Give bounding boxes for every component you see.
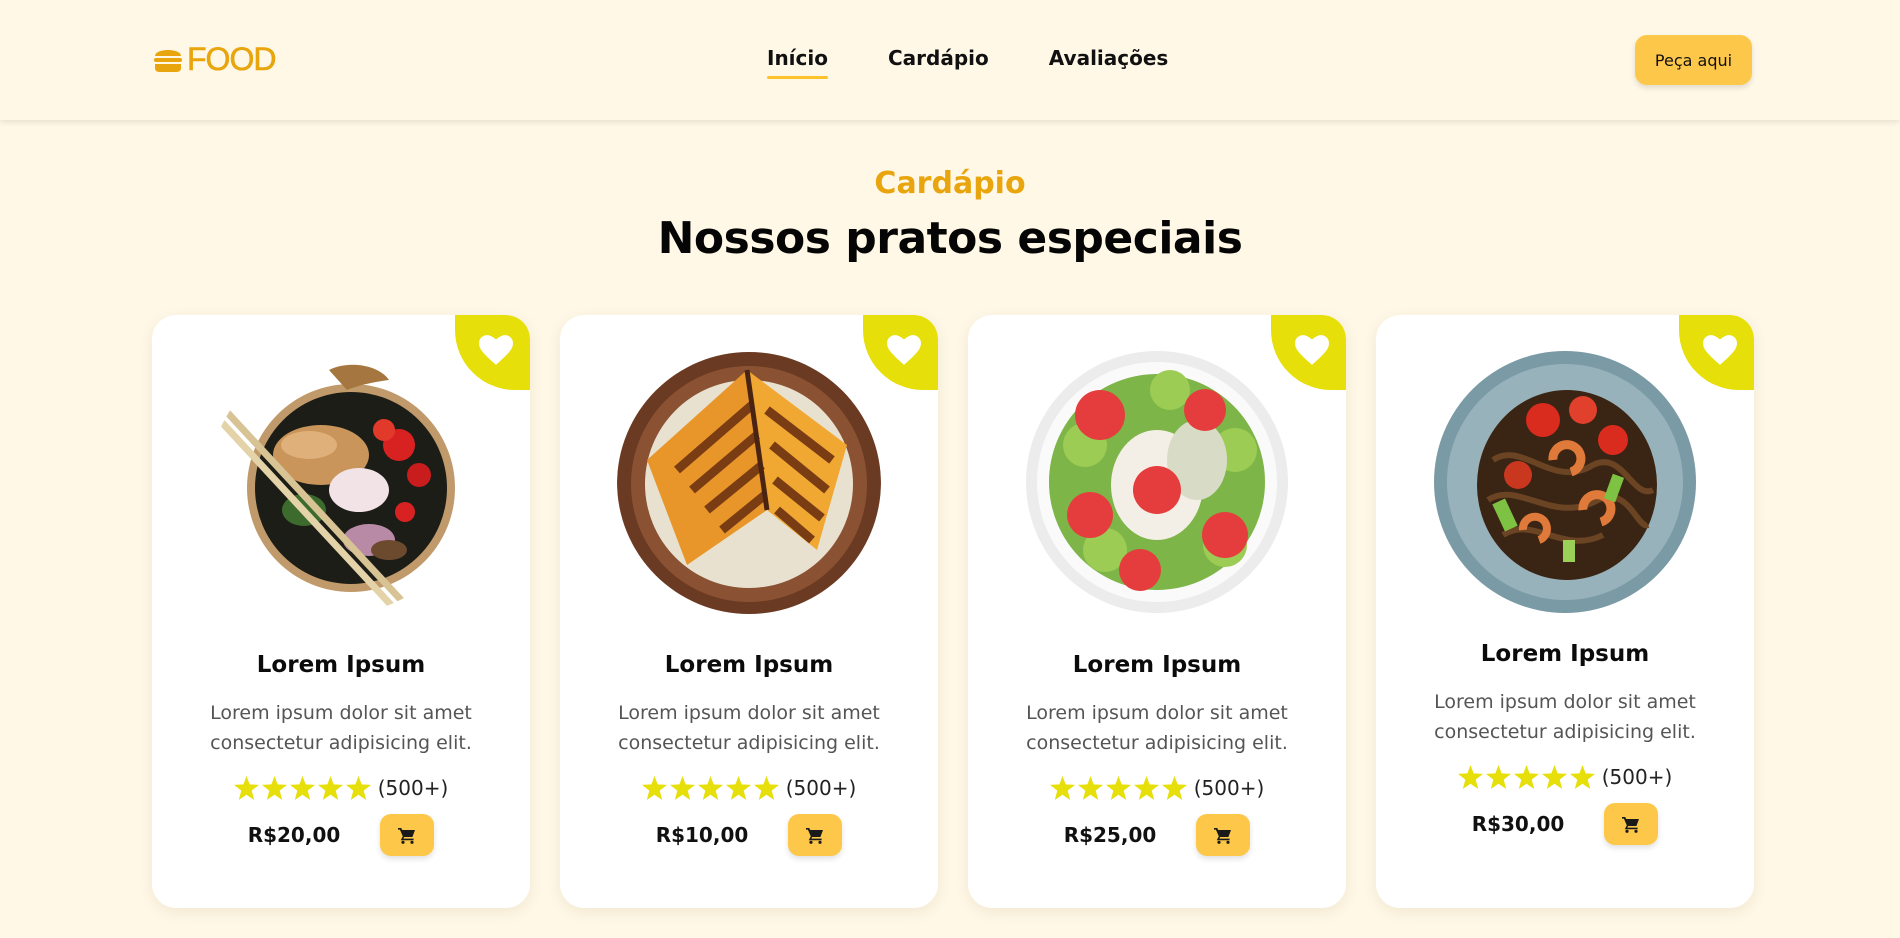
add-to-cart-button[interactable] bbox=[380, 814, 435, 856]
favorite-button[interactable] bbox=[455, 315, 530, 390]
heart-icon bbox=[1294, 334, 1329, 365]
favorite-button[interactable] bbox=[1271, 315, 1346, 390]
purchase-row: R$25,00 bbox=[968, 814, 1346, 856]
product-card: Lorem Ipsum Lorem ipsum dolor sit amet c… bbox=[968, 315, 1346, 908]
add-to-cart-button[interactable] bbox=[1196, 814, 1251, 856]
star-icon bbox=[641, 776, 667, 800]
order-button[interactable]: Peça aqui bbox=[1635, 35, 1752, 85]
product-name: Lorem Ipsum bbox=[1072, 652, 1242, 678]
product-image bbox=[617, 352, 881, 614]
star-icon bbox=[1077, 776, 1103, 800]
star-icon bbox=[345, 776, 371, 800]
rating-count: (500+) bbox=[785, 776, 857, 800]
star-icon bbox=[1513, 765, 1539, 789]
product-name: Lorem Ipsum bbox=[1480, 641, 1650, 667]
nav-link-inicio[interactable]: Início bbox=[767, 46, 828, 79]
star-icon bbox=[233, 776, 259, 800]
rating-count: (500+) bbox=[377, 776, 449, 800]
product-name: Lorem Ipsum bbox=[256, 652, 426, 678]
add-to-cart-button[interactable] bbox=[788, 814, 843, 856]
logo-text: FOOD bbox=[187, 41, 277, 77]
product-rating: (500+) bbox=[1376, 765, 1754, 789]
product-description: Lorem ipsum dolor sit amet consectetur a… bbox=[618, 702, 880, 754]
main-nav: Início Cardápio Avaliações bbox=[767, 46, 1169, 79]
star-icon bbox=[753, 776, 779, 800]
section-subtitle: Cardápio bbox=[874, 166, 1026, 201]
heart-icon bbox=[886, 334, 921, 365]
favorite-button[interactable] bbox=[863, 315, 938, 390]
star-icon bbox=[669, 776, 695, 800]
product-price: R$10,00 bbox=[655, 823, 749, 847]
product-price: R$20,00 bbox=[247, 823, 341, 847]
cart-icon bbox=[1214, 827, 1232, 844]
cart-icon bbox=[398, 827, 416, 844]
star-icon bbox=[317, 776, 343, 800]
product-card: Lorem Ipsum Lorem ipsum dolor sit amet c… bbox=[560, 315, 938, 908]
star-icon bbox=[725, 776, 751, 800]
logo[interactable]: FOOD bbox=[153, 41, 277, 77]
nav-link-avaliacoes[interactable]: Avaliações bbox=[1049, 46, 1169, 76]
star-icon bbox=[697, 776, 723, 800]
product-card: Lorem Ipsum Lorem ipsum dolor sit amet c… bbox=[152, 315, 530, 908]
cart-icon bbox=[806, 827, 824, 844]
star-icon bbox=[1133, 776, 1159, 800]
product-card: Lorem Ipsum Lorem ipsum dolor sit amet c… bbox=[1376, 315, 1754, 908]
product-info: Lorem Ipsum Lorem ipsum dolor sit amet c… bbox=[152, 652, 530, 856]
rating-count: (500+) bbox=[1601, 765, 1673, 789]
section-title: Nossos pratos especiais bbox=[657, 213, 1243, 264]
add-to-cart-button[interactable] bbox=[1604, 803, 1659, 845]
product-grid: Lorem Ipsum Lorem ipsum dolor sit amet c… bbox=[152, 315, 1754, 908]
heart-icon bbox=[478, 334, 513, 365]
nav-link-cardapio[interactable]: Cardápio bbox=[888, 46, 989, 76]
product-description: Lorem ipsum dolor sit amet consectetur a… bbox=[210, 702, 472, 754]
product-description: Lorem ipsum dolor sit amet consectetur a… bbox=[1026, 702, 1288, 754]
product-price: R$25,00 bbox=[1063, 823, 1157, 847]
product-rating: (500+) bbox=[152, 776, 530, 800]
purchase-row: R$30,00 bbox=[1376, 803, 1754, 845]
cart-icon bbox=[1622, 816, 1640, 833]
product-name: Lorem Ipsum bbox=[664, 652, 834, 678]
star-icon bbox=[1457, 765, 1483, 789]
purchase-row: R$20,00 bbox=[152, 814, 530, 856]
burger-icon bbox=[154, 50, 182, 72]
star-icon bbox=[261, 776, 287, 800]
favorite-button[interactable] bbox=[1679, 315, 1754, 390]
product-image bbox=[211, 364, 455, 609]
star-icon bbox=[1105, 776, 1131, 800]
star-icon bbox=[1161, 776, 1187, 800]
product-info: Lorem Ipsum Lorem ipsum dolor sit amet c… bbox=[1376, 641, 1754, 845]
product-info: Lorem Ipsum Lorem ipsum dolor sit amet c… bbox=[560, 652, 938, 856]
product-image bbox=[1026, 351, 1288, 613]
rating-count: (500+) bbox=[1193, 776, 1265, 800]
product-price: R$30,00 bbox=[1471, 812, 1565, 836]
heart-icon bbox=[1702, 334, 1737, 365]
product-description: Lorem ipsum dolor sit amet consectetur a… bbox=[1434, 691, 1696, 743]
star-icon bbox=[1049, 776, 1075, 800]
purchase-row: R$10,00 bbox=[560, 814, 938, 856]
product-info: Lorem Ipsum Lorem ipsum dolor sit amet c… bbox=[968, 652, 1346, 856]
star-icon bbox=[1485, 765, 1511, 789]
site-header: FOOD Início Cardápio Avaliações Peça aqu… bbox=[0, 0, 1900, 120]
product-rating: (500+) bbox=[968, 776, 1346, 800]
star-icon bbox=[1569, 765, 1595, 789]
star-icon bbox=[1541, 765, 1567, 789]
product-rating: (500+) bbox=[560, 776, 938, 800]
star-icon bbox=[289, 776, 315, 800]
product-image bbox=[1434, 351, 1696, 613]
